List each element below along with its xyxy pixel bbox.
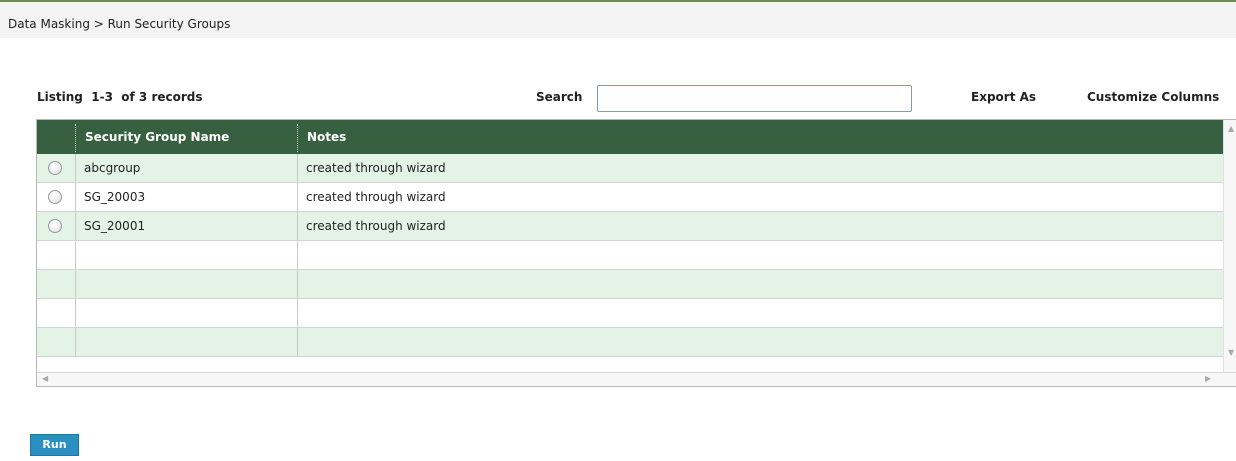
grid-body: abcgroup created through wizard SG_20003 cr… — [37, 154, 1223, 372]
scroll-down-arrow-icon[interactable]: ▼ — [1228, 348, 1234, 357]
radio-button-icon[interactable] — [48, 190, 62, 204]
header-select-column — [37, 120, 76, 154]
scroll-up-arrow-icon[interactable]: ▲ — [1228, 124, 1234, 133]
column-divider — [75, 270, 76, 298]
radio-button-icon[interactable] — [48, 219, 62, 233]
column-divider — [297, 154, 298, 182]
notes-cell: created through wizard — [306, 219, 446, 233]
horizontal-scrollbar[interactable]: ◀ ▶ — [37, 372, 1236, 386]
column-divider — [297, 328, 298, 356]
column-divider — [75, 299, 76, 327]
listing-count: Listing 1-3 of 3 records — [37, 90, 203, 104]
security-group-name-cell: abcgroup — [84, 161, 141, 175]
column-divider — [297, 270, 298, 298]
radio-button-icon[interactable] — [48, 161, 62, 175]
column-divider — [297, 299, 298, 327]
column-divider — [75, 212, 76, 240]
grid-header: Security Group Name Notes — [37, 120, 1223, 154]
column-divider — [75, 241, 76, 269]
security-group-name-cell: SG_20003 — [84, 190, 146, 204]
column-divider — [297, 183, 298, 211]
vertical-scrollbar[interactable]: ▲ ▼ — [1223, 120, 1236, 372]
empty-table-row — [37, 299, 1223, 328]
empty-table-row — [37, 270, 1223, 299]
header-security-group-name[interactable]: Security Group Name — [76, 120, 298, 154]
security-group-name-cell: SG_20001 — [84, 219, 146, 233]
export-as-button[interactable]: Export As — [971, 90, 1036, 104]
table-row[interactable]: abcgroup created through wizard — [37, 154, 1223, 183]
column-divider — [75, 154, 76, 182]
search-input[interactable] — [597, 85, 912, 112]
column-divider — [75, 328, 76, 356]
scroll-left-arrow-icon[interactable]: ◀ — [42, 374, 48, 383]
notes-cell: created through wizard — [306, 190, 446, 204]
empty-table-row — [37, 328, 1223, 357]
column-divider — [75, 183, 76, 211]
scroll-right-arrow-icon[interactable]: ▶ — [1205, 374, 1211, 383]
empty-table-row — [37, 241, 1223, 270]
breadcrumb-bar: Data Masking > Run Security Groups — [0, 0, 1236, 38]
notes-cell: created through wizard — [306, 161, 446, 175]
customize-columns-button[interactable]: Customize Columns — [1087, 90, 1219, 104]
run-button[interactable]: Run — [30, 434, 79, 456]
column-divider — [297, 212, 298, 240]
column-divider — [297, 241, 298, 269]
breadcrumb: Data Masking > Run Security Groups — [8, 17, 231, 31]
security-groups-grid: Security Group Name Notes abcgroup create… — [36, 119, 1236, 387]
header-notes[interactable]: Notes — [298, 120, 1198, 154]
search-label: Search — [536, 90, 583, 104]
table-row[interactable]: SG_20003 created through wizard — [37, 183, 1223, 212]
table-row[interactable]: SG_20001 created through wizard — [37, 212, 1223, 241]
